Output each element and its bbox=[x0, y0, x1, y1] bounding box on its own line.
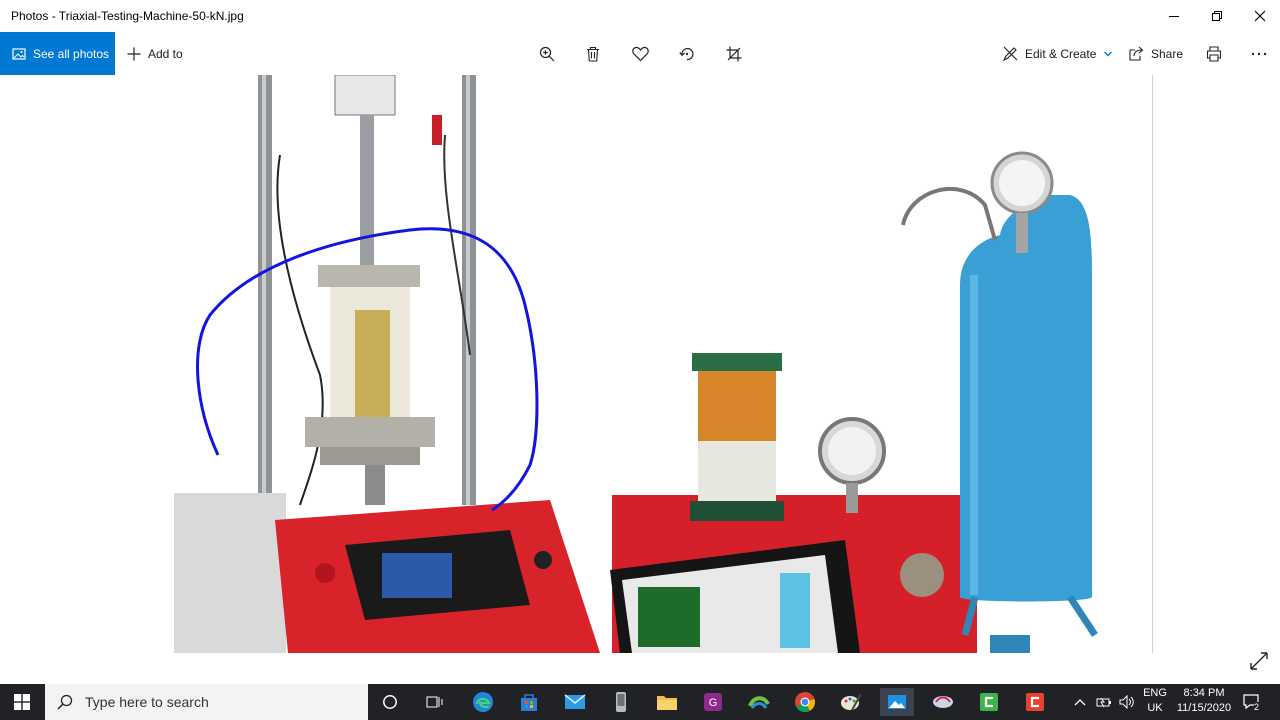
phone-icon bbox=[616, 692, 626, 712]
restore-icon bbox=[1212, 11, 1222, 21]
photos-icon bbox=[888, 695, 906, 709]
pdf-icon: G bbox=[704, 693, 722, 711]
file-explorer-icon bbox=[657, 696, 677, 710]
mail-button[interactable] bbox=[561, 688, 589, 716]
paint-button[interactable] bbox=[837, 688, 865, 716]
photos-app-button[interactable] bbox=[880, 688, 914, 716]
photo-viewer[interactable] bbox=[0, 75, 1280, 684]
zoom-button[interactable] bbox=[533, 40, 561, 68]
phone-button[interactable] bbox=[607, 688, 635, 716]
edge-icon bbox=[473, 692, 493, 712]
delete-icon bbox=[587, 46, 599, 62]
task-view-button[interactable] bbox=[421, 688, 449, 716]
more-icon bbox=[1251, 52, 1267, 56]
windows-icon bbox=[14, 694, 30, 710]
store-icon bbox=[521, 694, 537, 711]
language-code: ENG bbox=[1143, 687, 1167, 699]
clock-date: 11/15/2020 bbox=[1176, 702, 1232, 714]
share-label: Share bbox=[1151, 46, 1184, 61]
title-bar: Photos - Triaxial-Testing-Machine-50-kN.… bbox=[0, 0, 1280, 32]
see-all-label: See all photos bbox=[33, 46, 110, 61]
full-screen-button[interactable] bbox=[1249, 651, 1269, 671]
chevron-up-icon bbox=[1074, 699, 1086, 706]
camtasia-icon bbox=[980, 693, 998, 711]
add-to-label: Add to bbox=[148, 46, 183, 61]
close-button[interactable] bbox=[1237, 0, 1280, 32]
crop-icon bbox=[726, 46, 742, 62]
search-icon bbox=[57, 694, 73, 710]
favorite-button[interactable] bbox=[626, 40, 654, 68]
divider bbox=[1152, 75, 1153, 653]
edge-button[interactable] bbox=[469, 688, 497, 716]
print-icon bbox=[1206, 46, 1222, 62]
photo-image bbox=[170, 75, 1152, 653]
battery-button[interactable] bbox=[1092, 688, 1116, 716]
clock[interactable]: 8:34 PM 11/15/2020 bbox=[1168, 686, 1240, 716]
app-icon bbox=[933, 696, 953, 708]
expand-icon bbox=[1250, 652, 1268, 670]
add-to-button[interactable]: Add to bbox=[127, 32, 183, 75]
print-button[interactable] bbox=[1200, 40, 1228, 68]
cortana-button[interactable] bbox=[376, 688, 404, 716]
share-icon bbox=[1129, 46, 1144, 61]
window-title: Photos - Triaxial-Testing-Machine-50-kN.… bbox=[11, 9, 244, 23]
app-button[interactable] bbox=[929, 688, 957, 716]
language-region: UK bbox=[1147, 702, 1163, 714]
cortana-icon bbox=[383, 695, 397, 709]
rotate-button[interactable] bbox=[673, 40, 701, 68]
minimize-icon bbox=[1169, 16, 1179, 17]
notification-badge: 2 bbox=[1254, 702, 1260, 712]
store-button[interactable] bbox=[515, 688, 543, 716]
battery-icon bbox=[1096, 697, 1111, 708]
chevron-down-icon bbox=[1104, 51, 1113, 56]
edit-icon bbox=[1003, 46, 1018, 61]
delete-button[interactable] bbox=[579, 40, 607, 68]
taskbar-search[interactable]: Type here to search bbox=[45, 684, 368, 720]
paint-icon bbox=[841, 693, 862, 711]
see-all-photos-button[interactable]: See all photos bbox=[0, 32, 115, 75]
search-placeholder: Type here to search bbox=[85, 694, 209, 710]
maps-button[interactable] bbox=[745, 688, 773, 716]
mail-icon bbox=[564, 694, 586, 709]
crop-button[interactable] bbox=[720, 40, 748, 68]
volume-icon bbox=[1119, 695, 1134, 709]
zoom-in-icon bbox=[539, 46, 555, 62]
edit-create-button[interactable]: Edit & Create bbox=[1003, 32, 1113, 75]
heart-icon bbox=[631, 46, 649, 62]
show-hidden-icons-button[interactable] bbox=[1068, 688, 1092, 716]
notifications-button[interactable]: 2 bbox=[1240, 688, 1264, 716]
more-options-button[interactable] bbox=[1245, 40, 1273, 68]
minimize-button[interactable] bbox=[1151, 0, 1197, 32]
plus-icon bbox=[127, 47, 141, 60]
restore-button[interactable] bbox=[1194, 0, 1240, 32]
chrome-button[interactable] bbox=[791, 688, 819, 716]
close-icon bbox=[1254, 10, 1266, 22]
share-button[interactable]: Share bbox=[1129, 32, 1183, 75]
volume-button[interactable] bbox=[1115, 688, 1139, 716]
clock-time: 8:34 PM bbox=[1183, 687, 1225, 699]
chrome-icon bbox=[795, 692, 815, 713]
recorder-icon bbox=[1026, 693, 1044, 711]
edit-create-label: Edit & Create bbox=[1025, 46, 1097, 61]
taskbar: Type here to search G ENG UK 8:34 PM 11/… bbox=[0, 684, 1280, 720]
photo-icon bbox=[12, 47, 26, 60]
recorder-button[interactable] bbox=[1021, 688, 1049, 716]
toolbar: See all photos Add to Edit & Create Shar… bbox=[0, 32, 1280, 75]
language-indicator[interactable]: ENG UK bbox=[1142, 686, 1168, 716]
pdf-app-button[interactable]: G bbox=[699, 688, 727, 716]
rotate-icon bbox=[679, 47, 694, 61]
camtasia-button[interactable] bbox=[975, 688, 1003, 716]
task-view-icon bbox=[426, 696, 443, 708]
maps-icon bbox=[748, 696, 770, 709]
file-explorer-button[interactable] bbox=[653, 688, 681, 716]
svg-text:G: G bbox=[709, 697, 718, 709]
start-button[interactable] bbox=[8, 688, 36, 716]
